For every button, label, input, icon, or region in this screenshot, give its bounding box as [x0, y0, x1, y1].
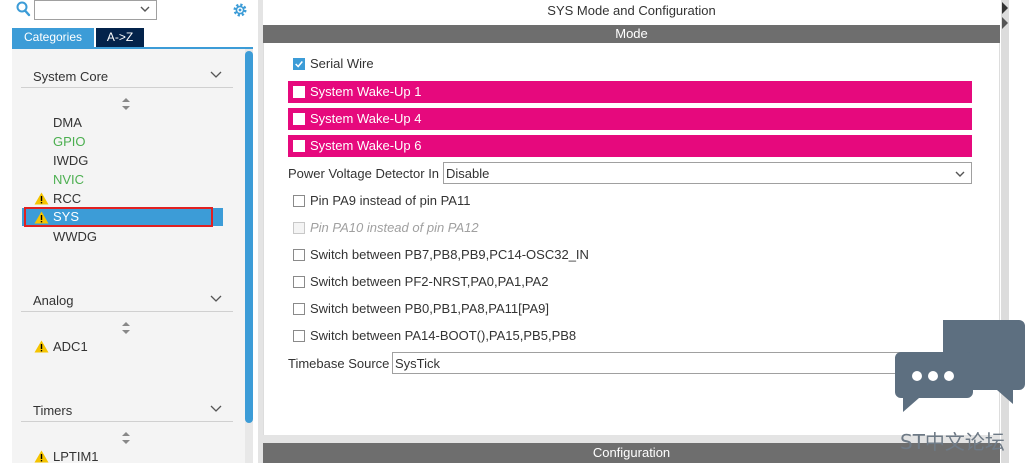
tab-categories[interactable]: Categories [12, 28, 94, 47]
wakeup-4-checkbox[interactable] [293, 113, 305, 125]
wakeup-1-option[interactable]: System Wake-Up 1 [288, 81, 972, 103]
serial-wire-option[interactable]: Serial Wire [288, 53, 588, 75]
category-timers[interactable]: Timers [21, 398, 233, 422]
option-pa14-checkbox[interactable] [293, 330, 305, 342]
configuration-header[interactable]: Configuration [263, 443, 1000, 463]
option-pf2[interactable]: Switch between PF2-NRST,PA0,PA1,PA2 [288, 271, 688, 293]
search-input[interactable] [34, 0, 157, 20]
wakeup-6-checkbox[interactable] [293, 140, 305, 152]
option-pa10: Pin PA10 instead of pin PA12 [288, 217, 688, 239]
option-pb0-label: Switch between PB0,PB1,PA8,PA11[PA9] [310, 301, 549, 316]
wakeup-6-label: System Wake-Up 6 [310, 138, 422, 153]
pvd-select[interactable]: Disable [443, 162, 972, 184]
tree-item-rcc[interactable]: RCC [53, 191, 81, 206]
chat-bubble-watermark-icon [895, 320, 1025, 412]
wakeup-1-checkbox[interactable] [293, 86, 305, 98]
option-pa9[interactable]: Pin PA9 instead of pin PA11 [288, 190, 688, 212]
option-pb7[interactable]: Switch between PB7,PB8,PB9,PC14-OSC32_IN [288, 244, 688, 266]
option-pb0-checkbox[interactable] [293, 303, 305, 315]
option-pf2-checkbox[interactable] [293, 276, 305, 288]
timebase-select[interactable]: SysTick [392, 352, 972, 374]
panel-title: SYS Mode and Configuration [547, 3, 716, 18]
sort-arrows-icon[interactable] [121, 431, 131, 445]
option-pf2-label: Switch between PF2-NRST,PA0,PA1,PA2 [310, 274, 549, 289]
mode-header[interactable]: Mode [263, 25, 1000, 43]
chevron-down-icon[interactable] [139, 3, 151, 15]
category-label: Timers [33, 403, 73, 418]
option-pa10-label: Pin PA10 instead of pin PA12 [310, 220, 479, 235]
option-pa14-label: Switch between PA14-BOOT(),PA15,PB5,PB8 [310, 328, 577, 343]
wakeup-1-label: System Wake-Up 1 [310, 84, 422, 99]
category-system-core[interactable]: System Core [21, 64, 233, 88]
search-icon[interactable] [15, 1, 35, 17]
warning-icon [34, 450, 49, 463]
wakeup-4-option[interactable]: System Wake-Up 4 [288, 108, 972, 130]
gear-icon[interactable] [231, 1, 249, 19]
category-label: Analog [33, 293, 74, 308]
tree-item-wwdg[interactable]: WWDG [53, 229, 97, 244]
chevron-down-icon[interactable] [954, 168, 966, 180]
pvd-value: Disable [446, 166, 490, 181]
tree-item-adc1[interactable]: ADC1 [53, 339, 88, 354]
tree-scrollbar[interactable] [245, 49, 253, 463]
option-pa9-label: Pin PA9 instead of pin PA11 [310, 193, 471, 208]
category-analog[interactable]: Analog [21, 288, 233, 312]
timebase-value: SysTick [395, 356, 441, 371]
sort-arrows-icon[interactable] [121, 321, 131, 335]
pvd-label: Power Voltage Detector In [288, 166, 440, 181]
wakeup-4-label: System Wake-Up 4 [310, 111, 422, 126]
scrollbar-thumb[interactable] [245, 51, 253, 423]
serial-wire-label: Serial Wire [310, 56, 374, 71]
option-pb7-label: Switch between PB7,PB8,PB9,PC14-OSC32_IN [310, 247, 589, 262]
left-panel: Categories A->Z System Core DMA GPIO IWD… [0, 0, 258, 464]
highlight-outline [24, 207, 213, 227]
option-pb0[interactable]: Switch between PB0,PB1,PA8,PA11[PA9] [288, 298, 688, 320]
warning-icon [34, 340, 49, 353]
option-pb7-checkbox[interactable] [293, 249, 305, 261]
wakeup-6-option[interactable]: System Wake-Up 6 [288, 135, 972, 157]
timebase-label: Timebase Source [288, 356, 390, 371]
option-pa10-checkbox [293, 222, 305, 234]
sort-arrows-icon[interactable] [121, 97, 131, 111]
tree-item-iwdg[interactable]: IWDG [53, 153, 88, 168]
tab-a-z[interactable]: A->Z [96, 28, 144, 47]
warning-icon [34, 192, 49, 205]
chevron-down-icon[interactable] [209, 69, 223, 81]
chevron-down-icon[interactable] [209, 403, 223, 415]
tree-item-lptim1[interactable]: LPTIM1 [53, 449, 99, 464]
watermark-text: ST中文论坛 [900, 430, 1005, 454]
option-pa9-checkbox[interactable] [293, 195, 305, 207]
tree-item-gpio[interactable]: GPIO [53, 134, 86, 149]
option-pa14[interactable]: Switch between PA14-BOOT(),PA15,PB5,PB8 [288, 325, 688, 347]
serial-wire-checkbox[interactable] [293, 58, 305, 70]
section-separator [263, 435, 1000, 443]
tree-item-dma[interactable]: DMA [53, 115, 82, 130]
collapse-arrow-icon[interactable] [1001, 0, 1009, 30]
category-label: System Core [33, 69, 109, 84]
tree-item-nvic[interactable]: NVIC [53, 172, 84, 187]
chevron-down-icon[interactable] [209, 293, 223, 305]
